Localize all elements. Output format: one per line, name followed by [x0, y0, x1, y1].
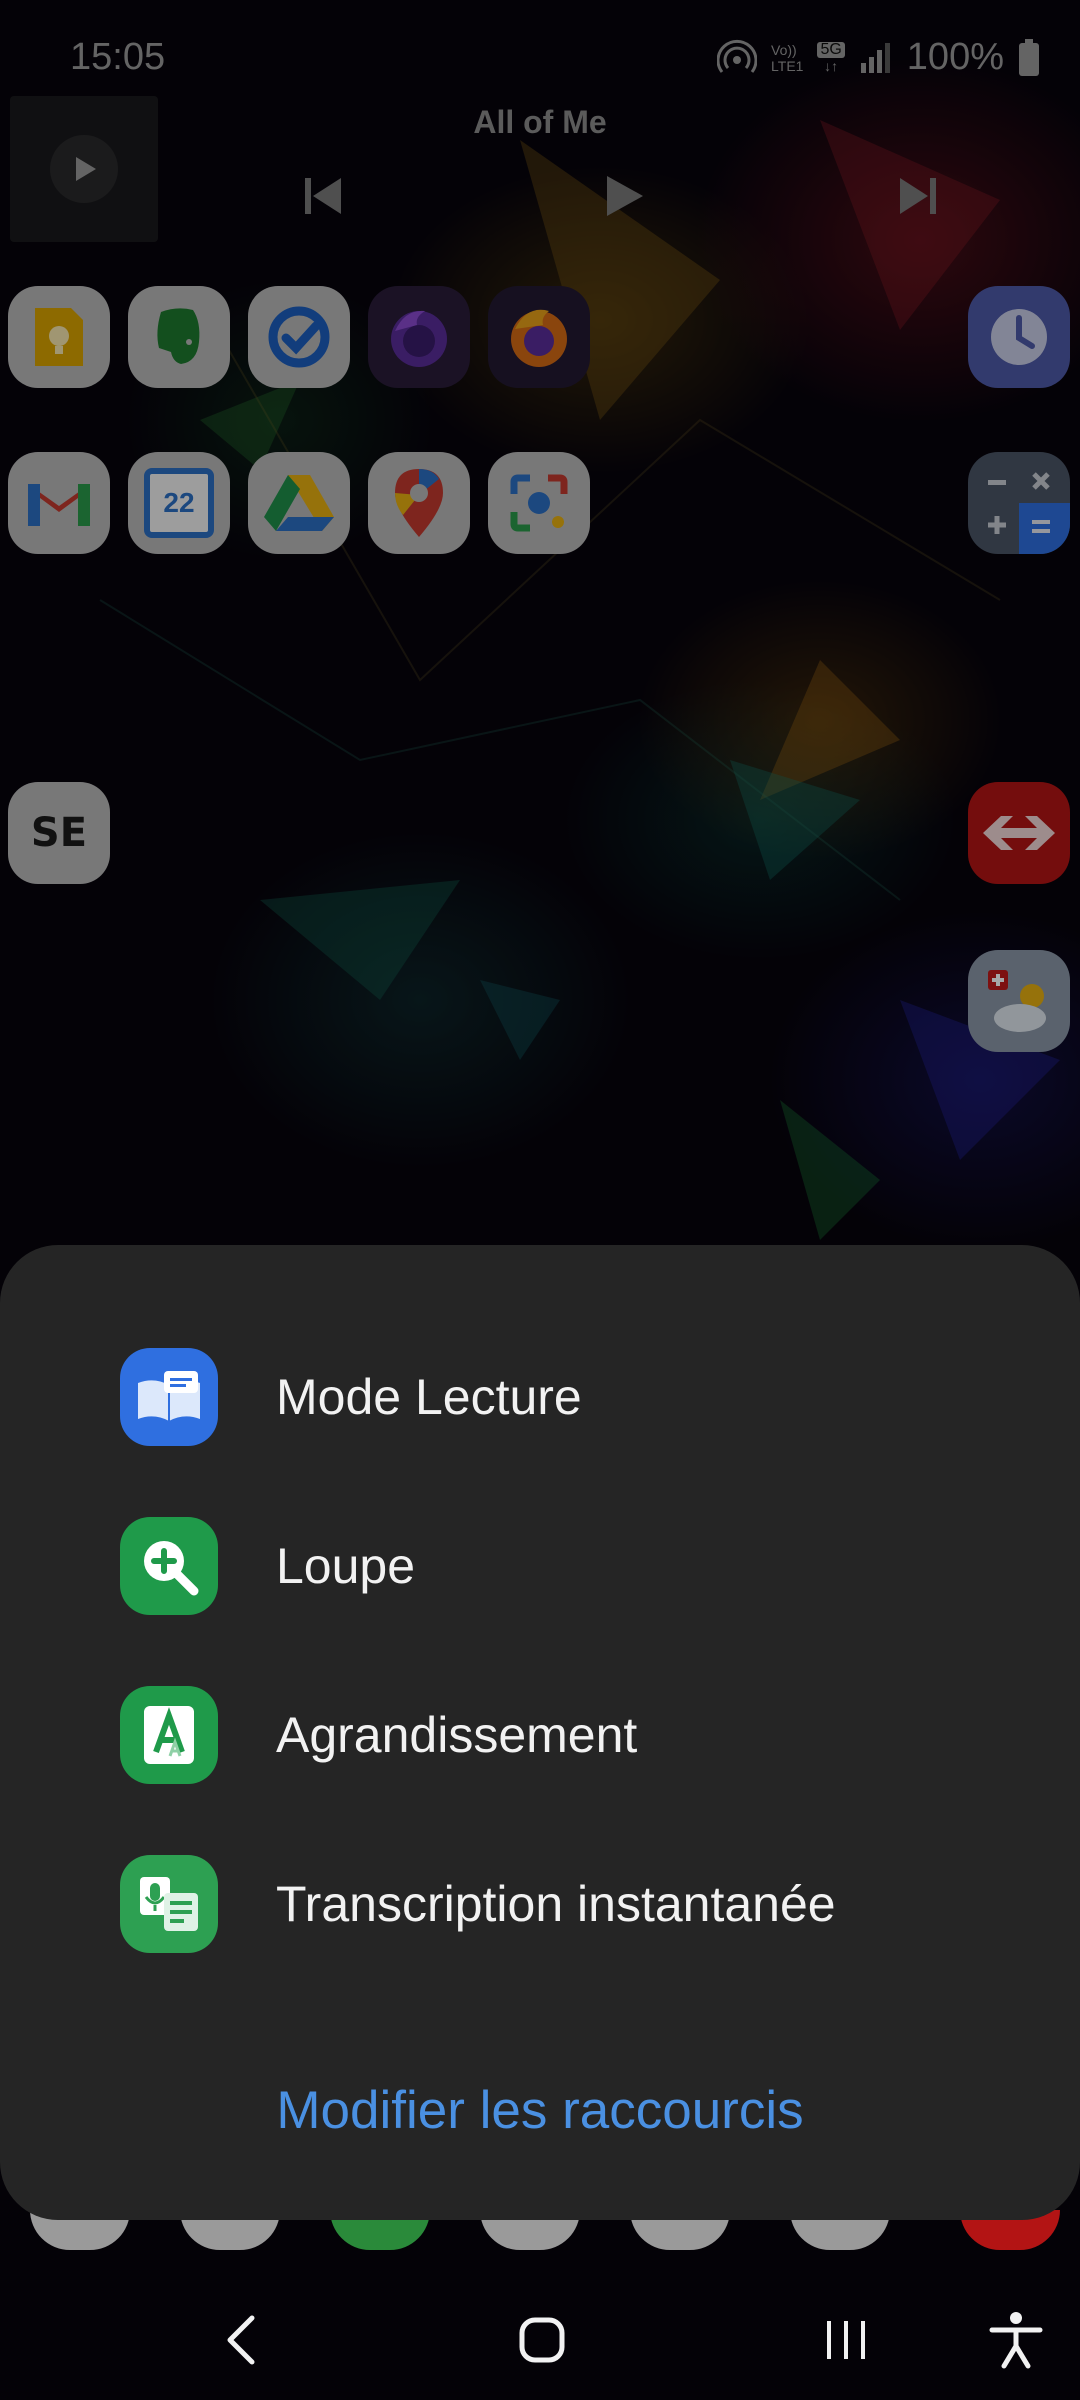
recents-icon [827, 2321, 865, 2359]
reading-mode-icon [120, 1348, 218, 1446]
accessibility-icon [989, 2312, 1043, 2369]
magnification-icon [120, 1686, 218, 1784]
edit-shortcuts-button[interactable]: Modifier les raccourcis [0, 2080, 1080, 2141]
shortcut-label: Transcription instantanée [276, 1876, 836, 1932]
recents-button[interactable] [806, 2300, 886, 2380]
shortcut-magnification[interactable]: Agrandissement [120, 1685, 960, 1785]
home-button[interactable] [502, 2300, 582, 2380]
accessibility-shortcuts-sheet: Mode Lecture Loupe Agrandissement Transc… [0, 1245, 1080, 2220]
magnifier-icon [120, 1517, 218, 1615]
shortcut-label: Mode Lecture [276, 1369, 582, 1425]
accessibility-button[interactable] [976, 2300, 1056, 2380]
shortcut-label: Agrandissement [276, 1707, 638, 1763]
live-transcribe-icon [120, 1855, 218, 1953]
navigation-bar [0, 2270, 1080, 2400]
home-icon [519, 2317, 565, 2363]
back-icon [227, 2315, 255, 2365]
back-button[interactable] [200, 2300, 280, 2380]
shortcut-label: Loupe [276, 1538, 416, 1594]
shortcut-live-transcribe[interactable]: Transcription instantanée [120, 1854, 960, 1954]
shortcut-magnifier[interactable]: Loupe [120, 1516, 960, 1616]
shortcut-reading-mode[interactable]: Mode Lecture [120, 1347, 960, 1447]
